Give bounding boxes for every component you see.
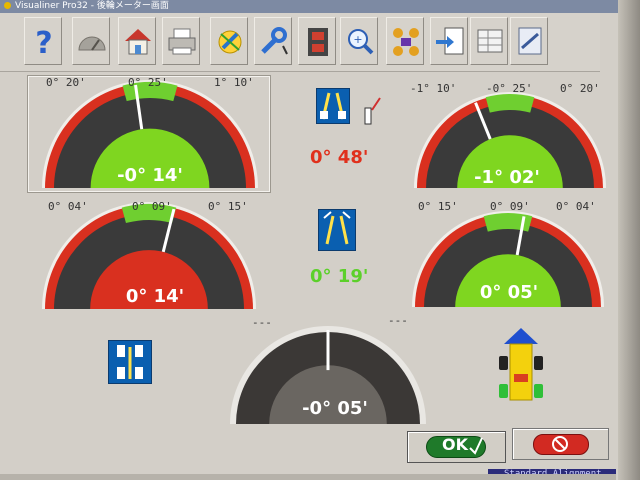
right-toe-tick-right: 0° 04' <box>556 200 596 213</box>
vehicle-direction-icon <box>494 326 548 406</box>
right-camber-value: -1° 02' <box>474 167 540 188</box>
total-toe-value: 0° 19' <box>310 266 369 287</box>
tolerance-green-band <box>483 213 533 232</box>
vehicle-data-button[interactable] <box>510 17 548 65</box>
toolbar: ? + <box>0 13 600 72</box>
svg-text:?: ? <box>35 26 52 60</box>
left-toe-tick-left: 0° 04' <box>48 200 88 213</box>
camber-diagram-icon <box>316 88 350 124</box>
thrust-tick-left: --- <box>252 316 272 329</box>
left-camber-value: -0° 14' <box>117 165 183 186</box>
home-icon <box>125 29 151 55</box>
left-camber-tick-right: 1° 10' <box>214 76 254 89</box>
right-camber-tick-center: -0° 25' <box>486 82 533 95</box>
adjust-button[interactable] <box>254 17 292 65</box>
help-button[interactable]: ? <box>24 17 62 65</box>
spec-table-icon <box>477 29 503 53</box>
thrust-tick-right: --- <box>388 314 408 327</box>
angle-setup-icon <box>218 30 242 54</box>
no-entry-icon <box>552 436 568 452</box>
left-camber-tick-center: 0° 25' <box>128 76 168 89</box>
gauge-button[interactable] <box>72 17 110 65</box>
adjust-wrench-icon <box>261 27 288 55</box>
right-toe-tick-center: 0° 09' <box>490 200 530 213</box>
title-bar: Visualiner Pro32 - 後輪メーター画面 <box>0 0 619 13</box>
ok-button[interactable]: OK <box>407 431 506 463</box>
thrust-diagram-icon <box>108 340 152 384</box>
print-button[interactable] <box>162 17 200 65</box>
film-icon <box>308 28 328 56</box>
printer-icon <box>168 28 196 55</box>
thrust-value: -0° 05' <box>302 398 368 419</box>
adjust-tool-icon <box>362 96 382 126</box>
tolerance-green-band <box>485 94 535 113</box>
right-toe-value: 0° 05' <box>479 282 539 303</box>
gauge-icon <box>78 36 106 51</box>
right-camber-tick-left: -1° 10' <box>410 82 457 95</box>
ok-button-label: OK <box>442 435 468 454</box>
zoom-button[interactable]: + <box>340 17 378 65</box>
cross-camber-value: 0° 48' <box>310 147 369 168</box>
meter-panel: 0° 20' 0° 25' 1° 10' -0° 14' -1° 10' -0°… <box>0 72 616 480</box>
window-title: Visualiner Pro32 - 後輪メーター画面 <box>15 1 169 11</box>
procedure-button[interactable] <box>386 17 424 65</box>
video-button[interactable] <box>298 17 336 65</box>
report-button[interactable] <box>430 17 468 65</box>
left-toe-value: 0° 14' <box>125 286 185 307</box>
bottom-frame <box>0 474 616 480</box>
home-button[interactable] <box>118 17 156 65</box>
left-toe-tick-right: 0° 15' <box>208 200 248 213</box>
app-window: Visualiner Pro32 - 後輪メーター画面 ? + 0° 20' 0… <box>0 0 640 480</box>
spec-button[interactable] <box>470 17 508 65</box>
help-icon: ? <box>35 26 52 60</box>
toe-diagram-icon <box>318 209 356 251</box>
setup-button[interactable] <box>210 17 248 65</box>
cancel-button[interactable] <box>512 428 609 460</box>
monitor-bezel <box>618 0 640 480</box>
svg-text:+: + <box>353 33 362 46</box>
zoom-icon: + <box>348 29 374 55</box>
app-icon <box>4 2 11 9</box>
right-camber-tick-right: 0° 20' <box>560 82 600 95</box>
check-mark-icon <box>469 437 483 455</box>
right-toe-tick-left: 0° 15' <box>418 200 458 213</box>
left-toe-tick-center: 0° 09' <box>132 200 172 213</box>
report-icon <box>436 27 464 55</box>
flow-chart-icon <box>393 28 419 56</box>
left-camber-tick-left: 0° 20' <box>46 76 86 89</box>
vehicle-data-icon <box>518 27 542 55</box>
